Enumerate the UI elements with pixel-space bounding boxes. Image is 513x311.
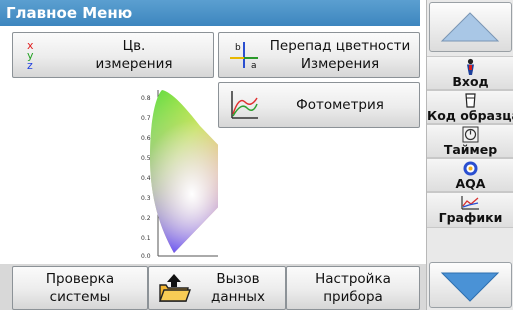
photometry-button[interactable]: Фотометрия	[218, 82, 420, 128]
lab-axes-icon: b a	[230, 42, 258, 71]
instrument-setup-line1: Настройка	[315, 271, 391, 287]
y-tick-0.1: 0.1	[141, 235, 151, 242]
graphics-label: Графики	[438, 210, 503, 225]
y-tick-0.0: 0.0	[141, 253, 151, 260]
color-difference-button[interactable]: b a Перепад цветности Измерения	[218, 32, 420, 78]
person-icon	[467, 58, 474, 75]
chart-y-ticks: 0.8 0.7 0.6 0.5 0.4 0.3 0.2 0.1 0.0	[141, 95, 151, 260]
arrow-up-icon	[440, 12, 500, 42]
system-check-line2: системы	[49, 289, 111, 305]
color-measurement-line2: измерения	[95, 56, 173, 72]
instrument-setup-line2: прибора	[323, 289, 383, 305]
sidebar: Вход Код образца Таймер AQA Графики	[426, 0, 513, 310]
scroll-down-button[interactable]	[429, 262, 512, 308]
recall-data-line2: данных	[211, 289, 265, 305]
color-difference-line2: Измерения	[300, 56, 380, 72]
recall-data-button[interactable]: Вызов данных	[148, 266, 286, 310]
xyz-icon: x y z	[27, 39, 34, 72]
y-tick-0.7: 0.7	[141, 115, 151, 122]
timer-button[interactable]: Таймер	[427, 124, 513, 158]
system-check-line1: Проверка	[45, 271, 115, 287]
y-tick-0.4: 0.4	[141, 175, 151, 182]
chromaticity-diagram: 0.8 0.7 0.6 0.5 0.4 0.3 0.2 0.1 0.0	[0, 80, 262, 264]
aqa-icon	[463, 161, 478, 176]
sample-id-button[interactable]: Код образца	[427, 90, 513, 124]
aqa-button[interactable]: AQA	[427, 158, 513, 192]
recall-data-line1: Вызов	[216, 271, 260, 287]
y-tick-0.5: 0.5	[141, 155, 151, 162]
login-label: Вход	[452, 74, 489, 89]
chromaticity-gamut	[150, 90, 248, 253]
instrument-setup-button[interactable]: Настройка прибора	[286, 266, 420, 310]
y-tick-0.6: 0.6	[141, 135, 151, 142]
color-difference-line1: Перепад цветности	[269, 38, 411, 54]
y-tick-0.8: 0.8	[141, 95, 151, 102]
sample-id-label: Код образца	[427, 108, 513, 123]
arrow-down-icon	[440, 272, 500, 302]
diff-icon-b: b	[235, 43, 241, 53]
y-tick-0.3: 0.3	[141, 195, 151, 202]
aqa-label: AQA	[455, 176, 486, 191]
page-title: Главное Меню	[0, 0, 420, 26]
spectrum-graph-icon	[231, 91, 258, 119]
chromaticity-diagram-svg: 0.8 0.7 0.6 0.5 0.4 0.3 0.2 0.1 0.0	[141, 90, 262, 260]
folder-upload-icon	[159, 274, 191, 302]
sample-cup-icon	[465, 93, 476, 108]
color-measurement-line1: Цв.	[122, 38, 146, 54]
system-check-button[interactable]: Проверка системы	[12, 266, 148, 310]
timer-label: Таймер	[443, 142, 498, 157]
login-button[interactable]: Вход	[427, 56, 513, 90]
diff-icon-a: a	[251, 61, 257, 71]
color-measurement-button[interactable]: x y z Цв. измерения	[12, 32, 214, 78]
scroll-up-button[interactable]	[429, 2, 512, 52]
timer-icon	[462, 126, 479, 143]
graphics-button[interactable]: Графики	[427, 192, 513, 228]
y-tick-0.2: 0.2	[141, 215, 151, 222]
photometry-label: Фотометрия	[296, 97, 384, 113]
line-chart-icon	[461, 196, 479, 210]
xyz-icon-z: z	[27, 59, 33, 72]
